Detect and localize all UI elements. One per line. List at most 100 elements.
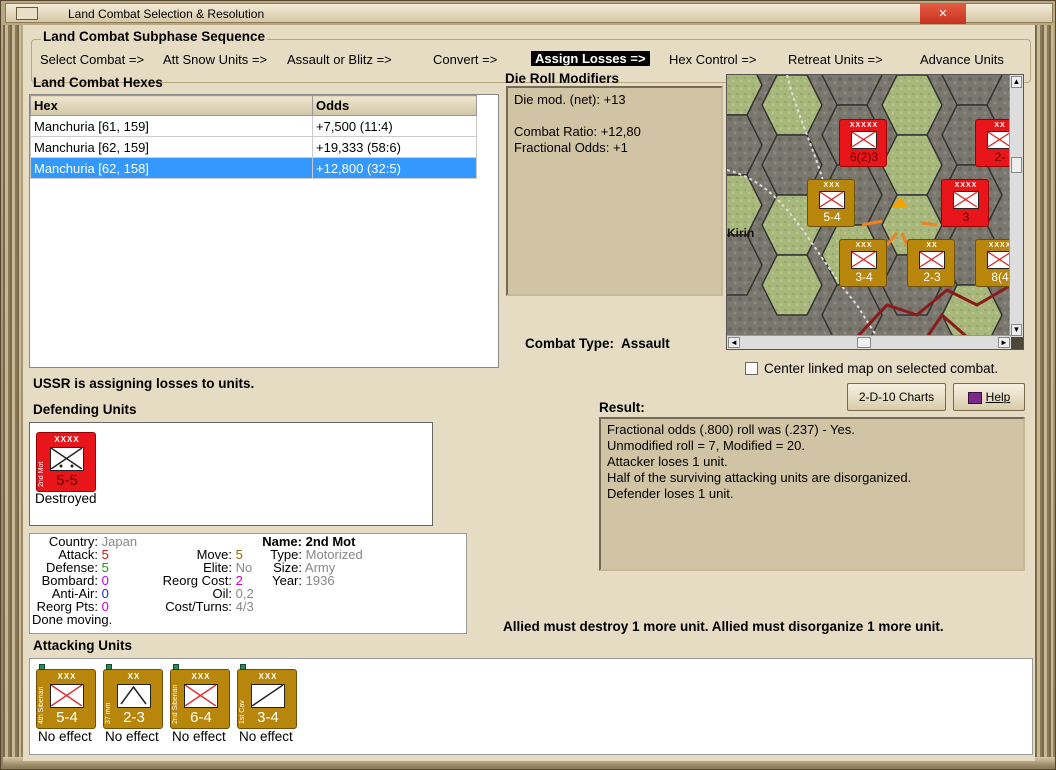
attacking-unit-status: No effect xyxy=(172,729,226,744)
unit-size: XXX xyxy=(57,672,77,681)
unit-strength: 3 xyxy=(962,210,970,224)
drm-spacer xyxy=(514,108,715,124)
unit-pip xyxy=(240,664,246,670)
unit-size: XXX xyxy=(191,672,211,681)
attacking-unit-counter[interactable]: XXX 1st Cav 3-4 xyxy=(237,664,297,729)
linked-map[interactable]: Kirin XXXXX 6(2)3 XXX 5-4 XXXX 3 XXX 3-4 XX 2-3 XX… xyxy=(726,74,1024,350)
attacking-unit-counter[interactable]: XX 37 mm 2-3 xyxy=(103,664,163,729)
unit-symbol-icon xyxy=(851,131,877,149)
map-unit-counter[interactable]: XX 2-3 xyxy=(907,239,955,287)
unit-strength: 6-4 xyxy=(190,709,212,726)
combat-type-label: Combat Type: xyxy=(525,336,615,351)
phase-advance-units: Advance Units xyxy=(920,52,1004,67)
done-moving: Done moving. xyxy=(32,612,113,627)
close-button[interactable]: ✕ xyxy=(920,4,966,24)
result-line: Fractional odds (.800) roll was (.237) -… xyxy=(607,422,855,437)
phase-hex-control: Hex Control => xyxy=(669,52,757,67)
hex-row[interactable]: Manchuria [61, 159] +7,500 (11:4) xyxy=(30,115,477,137)
costturns-label: Cost/Turns: xyxy=(165,599,232,614)
map-hscroll-thumb[interactable] xyxy=(857,337,871,348)
combat-type-value: Assault xyxy=(621,336,670,351)
result-panel: Fractional odds (.800) roll was (.237) -… xyxy=(599,417,1025,571)
attacking-unit-status: No effect xyxy=(105,729,159,744)
map-city-label: Kirin xyxy=(727,226,754,240)
scroll-left-arrow-icon[interactable]: ◄ xyxy=(728,337,740,348)
scroll-right-arrow-icon[interactable]: ► xyxy=(998,337,1010,348)
unit-strength: 6(2)3 xyxy=(849,150,878,164)
unit-strength: 3-4 xyxy=(257,709,279,726)
window-frame: Land Combat Selection & Resolution ✕ Lan… xyxy=(0,0,1056,770)
col-hex[interactable]: Hex xyxy=(30,95,313,116)
costturns-value: 4/3 xyxy=(235,599,254,614)
hex-row-selected[interactable]: Manchuria [62, 158] +12,800 (32:5) xyxy=(30,157,477,179)
scroll-up-arrow-icon[interactable]: ▲ xyxy=(1011,76,1022,88)
phase-att-snow: Att Snow Units => xyxy=(163,52,268,67)
map-vertical-scrollbar[interactable]: ▲ ▼ xyxy=(1009,75,1023,337)
phase-select-combat: Select Combat => xyxy=(40,52,145,67)
result-line: Defender loses 1 unit. xyxy=(607,486,734,501)
map-vscroll-thumb[interactable] xyxy=(1011,157,1022,173)
hex-cell[interactable]: Manchuria [62, 159] xyxy=(30,136,313,158)
phase-convert: Convert => xyxy=(433,52,498,67)
map-horizontal-scrollbar[interactable]: ◄ ► xyxy=(727,335,1011,349)
unit-size: XXXXX xyxy=(849,122,879,129)
hex-list[interactable]: Hex Odds Manchuria [61, 159] +7,500 (11:4)… xyxy=(29,94,499,368)
unit-size: XXX xyxy=(823,182,841,189)
cavalry-icon xyxy=(251,684,285,708)
unit-info-col1: Country: Japan Attack: 5 Defense: 5 Bomb… xyxy=(30,535,137,626)
drm-title: Die Roll Modifiers xyxy=(505,71,620,86)
unit-strength: 2-3 xyxy=(923,270,941,284)
unit-symbol-icon xyxy=(953,191,979,209)
infantry-icon xyxy=(50,684,84,708)
attacking-unit-counter[interactable]: XXX 2nd Siberian 6-4 xyxy=(170,664,230,729)
hex-row[interactable]: Manchuria [62, 159] +19,333 (58:6) xyxy=(30,136,477,158)
attacking-title: Attacking Units xyxy=(33,638,133,653)
title-bar: Land Combat Selection & Resolution ✕ xyxy=(5,3,1053,24)
help-book-icon xyxy=(967,391,982,404)
result-line: Unmodified roll = 7, Modified = 20. xyxy=(607,438,805,453)
year-value: 1936 xyxy=(305,573,335,588)
hex-cell[interactable]: Manchuria [61, 159] xyxy=(30,115,313,137)
map-unit-counter[interactable]: XXX 5-4 xyxy=(807,179,855,227)
odds-cell[interactable]: +19,333 (58:6) xyxy=(312,136,477,158)
unit-symbol-icon xyxy=(851,251,877,269)
defending-units-panel: XXXX 2nd Mot 5-5 Destroyed xyxy=(29,422,433,526)
unit-strength: 3-4 xyxy=(855,270,873,284)
unit-size: XXX xyxy=(855,242,873,249)
phase-assault-blitz: Assault or Blitz => xyxy=(287,52,392,67)
right-border xyxy=(1035,25,1053,765)
unit-info-panel: Country: Japan Attack: 5 Defense: 5 Bomb… xyxy=(29,533,467,634)
status-message: USSR is assigning losses to units. xyxy=(33,376,255,391)
phase-assign-losses: Assign Losses => xyxy=(531,51,650,66)
window-title: Land Combat Selection & Resolution xyxy=(68,7,265,21)
defending-unit-counter[interactable]: XXXX 2nd Mot 5-5 xyxy=(36,432,96,492)
combat-type: Combat Type: Assault xyxy=(525,336,670,351)
result-title: Result: xyxy=(599,400,645,415)
col-odds[interactable]: Odds xyxy=(312,95,477,116)
help-button[interactable]: Help xyxy=(953,383,1025,411)
map-unit-counter[interactable]: XXXX 3 xyxy=(941,179,989,227)
center-map-checkbox[interactable] xyxy=(745,362,758,375)
hex-cell[interactable]: Manchuria [62, 158] xyxy=(30,157,313,179)
antiair-icon xyxy=(117,684,151,708)
attacking-unit-counter[interactable]: XXX 4th Siberian 5-4 xyxy=(36,664,96,729)
odds-cell[interactable]: +12,800 (32:5) xyxy=(312,157,477,179)
unit-symbol-icon xyxy=(919,251,945,269)
drm-line: Combat Ratio: +12,80 xyxy=(514,124,641,139)
phase-retreat-units: Retreat Units => xyxy=(788,52,883,67)
map-unit-counter[interactable]: XXXXX 6(2)3 xyxy=(839,119,887,167)
map-unit-counter[interactable]: XXX 3-4 xyxy=(839,239,887,287)
unit-size: XX xyxy=(926,242,938,249)
window-menu-icon[interactable] xyxy=(16,7,38,20)
odds-cell[interactable]: +7,500 (11:4) xyxy=(312,115,477,137)
subphase-title: Land Combat Subphase Sequence xyxy=(41,29,268,44)
dialog-client: Land Combat Subphase Sequence Select Com… xyxy=(23,25,1035,761)
charts-button[interactable]: 2-D-10 Charts xyxy=(847,383,946,411)
help-button-label: Help xyxy=(985,390,1011,404)
attacking-unit-status: No effect xyxy=(239,729,293,744)
unit-info-col3: Name: 2nd Mot Type: Motorized Size: Army… xyxy=(256,535,362,588)
scroll-down-arrow-icon[interactable]: ▼ xyxy=(1011,324,1022,336)
unit-pip xyxy=(106,664,112,670)
left-border xyxy=(3,25,21,765)
center-map-label[interactable]: Center linked map on selected combat. xyxy=(764,361,998,376)
